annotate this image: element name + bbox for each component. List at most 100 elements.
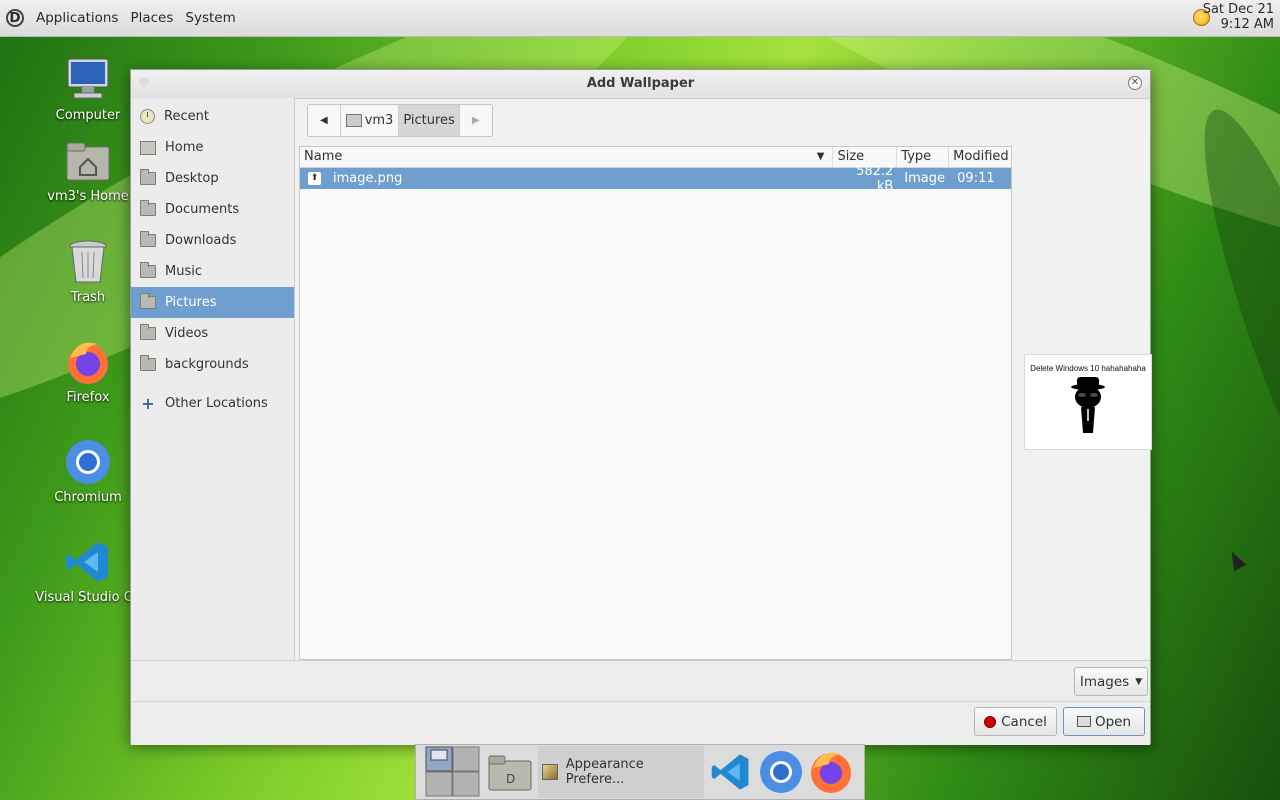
home-icon [140, 140, 156, 155]
mate-logo-icon[interactable]: D [6, 9, 24, 27]
folder-icon [140, 169, 156, 185]
filter-label: Images [1079, 673, 1130, 690]
path-segment-label: Pictures [403, 113, 455, 128]
folder-icon [140, 262, 156, 278]
file-list: Name ▼ Size Type Modified ⬆ image.png 58… [299, 146, 1012, 660]
sidebar-item-label: Music [165, 264, 202, 279]
sidebar-item-label: Pictures [165, 295, 217, 310]
home-icon [345, 114, 362, 127]
image-file-icon: ⬆ [308, 172, 321, 185]
chromium-icon [760, 751, 802, 793]
sidebar-item-downloads[interactable]: Downloads [131, 225, 294, 256]
open-folder-icon [1076, 716, 1091, 727]
add-wallpaper-dialog: Add Wallpaper ✕ Recent Home Desktop Docu… [130, 69, 1152, 745]
folder-icon [140, 231, 156, 247]
column-header-label: Name [304, 149, 343, 164]
folder-icon [140, 324, 156, 340]
folder-icon [140, 200, 156, 216]
sidebar-item-music[interactable]: Music [131, 256, 294, 287]
column-header-modified[interactable]: Modified [949, 147, 1011, 167]
folder-icon [140, 293, 156, 309]
column-header-name[interactable]: Name ▼ [300, 147, 834, 167]
open-button[interactable]: Open [1063, 707, 1145, 736]
places-sidebar: Recent Home Desktop Documents Downloads … [131, 98, 295, 660]
file-filter-dropdown[interactable]: Images ▼ [1074, 667, 1148, 696]
column-header-label: Size [837, 149, 865, 164]
applications-menu[interactable]: Applications [36, 10, 118, 26]
trash-icon [64, 238, 112, 286]
path-bar: ◀ vm3 Pictures ▶ [307, 104, 493, 137]
dialog-footer: Images ▼ Cancel Open [131, 660, 1150, 745]
computer-icon [64, 56, 112, 104]
chevron-right-icon: ▶ [471, 115, 480, 126]
dialog-titlebar[interactable]: Add Wallpaper ✕ [131, 70, 1150, 99]
list-header: Name ▼ Size Type Modified [300, 147, 1011, 168]
cancel-icon [984, 715, 997, 728]
sidebar-item-desktop[interactable]: Desktop [131, 163, 294, 194]
file-manager-icon: D [488, 755, 532, 791]
sidebar-item-pictures[interactable]: Pictures [131, 287, 294, 318]
file-type: Image [904, 171, 945, 186]
taskbar-firefox-button[interactable] [808, 746, 854, 798]
bottom-taskbar: D Appearance Prefere... [415, 744, 865, 800]
clock[interactable]: Sat Dec 21 9:12 AM [1203, 2, 1274, 32]
sidebar-item-other-locations[interactable]: + Other Locations [131, 388, 294, 419]
column-header-label: Type [901, 149, 932, 164]
dialog-title: Add Wallpaper [586, 76, 695, 91]
top-panel: D Applications Places System Sat Dec 21 … [0, 0, 1280, 37]
path-segment-home[interactable]: vm3 [341, 105, 400, 136]
window-menu-icon[interactable] [139, 77, 149, 87]
path-back-button[interactable]: ◀ [308, 105, 341, 136]
column-header-size[interactable]: Size [833, 147, 898, 167]
sidebar-item-recent[interactable]: Recent [131, 101, 294, 132]
places-menu[interactable]: Places [130, 10, 173, 26]
taskbar-chromium-button[interactable] [758, 746, 804, 798]
footer-divider [131, 701, 1150, 702]
sidebar-item-label: Other Locations [165, 396, 268, 411]
image-preview: Delete Windows 10 hahahahaha [1024, 354, 1152, 450]
sidebar-item-label: backgrounds [165, 357, 249, 372]
path-forward-button[interactable]: ▶ [460, 105, 492, 136]
panel-menubar: D Applications Places System [0, 9, 248, 27]
sort-descending-icon: ▼ [816, 151, 825, 162]
taskbar-files-button[interactable]: D [486, 746, 534, 798]
sidebar-item-documents[interactable]: Documents [131, 194, 294, 225]
cancel-button[interactable]: Cancel [974, 707, 1057, 736]
clock-time: 9:12 AM [1220, 17, 1274, 32]
taskbar-vscode-button[interactable] [708, 746, 754, 798]
cancel-label: Cancel [1001, 713, 1047, 730]
vscode-icon [64, 538, 112, 586]
taskbar-appearance-window[interactable]: Appearance Prefere... [538, 746, 704, 798]
path-segment-label: vm3 [364, 113, 394, 128]
path-segment-current[interactable]: Pictures [399, 105, 460, 136]
workspace-switcher-icon [425, 746, 480, 797]
chevron-down-icon: ▼ [1135, 676, 1143, 687]
home-folder-icon [64, 137, 112, 185]
preview-caption: Delete Windows 10 hahahahaha [1030, 364, 1146, 373]
sidebar-item-label: Home [165, 140, 204, 155]
column-header-type[interactable]: Type [897, 147, 950, 167]
sidebar-item-label: Documents [165, 202, 240, 217]
taskbar-window-label: Appearance Prefere... [565, 757, 644, 787]
close-icon[interactable]: ✕ [1128, 76, 1142, 90]
appearance-icon [542, 764, 558, 780]
sidebar-item-label: Desktop [165, 171, 219, 186]
recent-icon [140, 109, 155, 124]
sidebar-item-label: Recent [164, 109, 209, 124]
workspace-switcher[interactable] [424, 746, 482, 798]
folder-icon [140, 355, 156, 371]
spy-figure-icon [1071, 377, 1105, 433]
firefox-icon [811, 752, 851, 793]
mouse-pointer-icon [1225, 548, 1247, 572]
file-modified: 09:11 [957, 171, 995, 186]
plus-icon: + [141, 393, 155, 413]
file-size: 582.2 kB [856, 163, 894, 194]
system-menu[interactable]: System [185, 10, 235, 26]
table-row[interactable]: ⬆ image.png 582.2 kB Image 09:11 [300, 164, 1011, 194]
sidebar-item-videos[interactable]: Videos [131, 318, 294, 349]
sidebar-item-backgrounds[interactable]: backgrounds [131, 349, 294, 380]
sidebar-item-home[interactable]: Home [131, 132, 294, 163]
svg-text:D: D [506, 772, 515, 786]
firefox-icon [64, 338, 112, 386]
open-label: Open [1094, 713, 1132, 730]
